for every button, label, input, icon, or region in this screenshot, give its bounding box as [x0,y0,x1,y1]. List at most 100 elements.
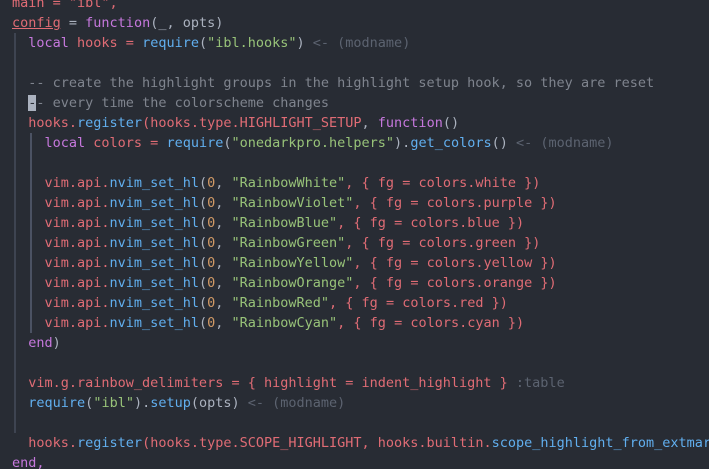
code-token: (hooks.type. [142,435,240,451]
code-token: "onedarkpro.helpers" [231,135,395,151]
code-line[interactable]: vim.api.nvim_set_hl(0, "RainbowYellow", … [0,253,709,273]
code-token: colors = [85,135,167,151]
code-token: () [491,135,508,151]
code-token: HIGHLIGHT_SETUP [239,115,362,131]
code-token: 0 [207,175,216,191]
code-token: nvim_set_hl [109,235,199,251]
code-line[interactable]: require("ibl").setup(opts) <- (modname) [0,393,709,413]
code-token: register [77,115,143,131]
code-token: vim.api. [12,195,110,211]
code-line[interactable]: vim.api.nvim_set_hl(0, "RainbowOrange", … [0,273,709,293]
code-line[interactable]: hooks.register(hooks.type.SCOPE_HIGHLIGH… [0,433,709,453]
code-token: nvim_set_hl [109,255,199,271]
code-token: "RainbowCyan" [231,315,338,331]
code-line[interactable]: end, [0,453,709,469]
code-token: , { fg = colors.orange }) [353,275,557,291]
code-token: "RainbowWhite" [231,175,346,191]
code-token: ( [198,235,208,251]
code-token: nvim_set_hl [109,315,199,331]
code-token: "RainbowRed" [231,295,330,311]
code-token: config [12,15,61,31]
code-line[interactable]: end) [0,333,709,353]
code-token: , { fg = colors.green }) [345,235,541,251]
code-text: config = function(_, opts) [12,13,223,33]
code-token: <- (modname) [507,135,614,151]
code-token: , [361,115,378,131]
code-line[interactable]: main = "ibl", [0,0,709,13]
indent-guide [14,413,16,433]
code-token: nvim_set_hl [109,215,199,231]
code-token: ( [198,35,208,51]
code-token: , [215,275,232,291]
code-token: vim.g.rainbow_delimiters = { highlight =… [12,375,508,391]
code-token: hooks = [68,35,143,51]
code-token: (_, opts) [150,15,224,31]
code-line[interactable]: vim.api.nvim_set_hl(0, "RainbowGreen", {… [0,233,709,253]
code-token: function [85,15,151,31]
code-token: "RainbowOrange" [231,275,354,291]
code-line[interactable]: hooks.register(hooks.type.HIGHLIGHT_SETU… [0,113,709,133]
code-token: , hooks.builtin. [361,435,492,451]
code-token: "RainbowViolet" [231,195,354,211]
code-text: local colors = require("onedarkpro.helpe… [12,133,614,153]
code-line[interactable]: vim.g.rainbow_delimiters = { highlight =… [0,373,709,393]
code-token: main = "ibl", [12,0,118,11]
code-line[interactable]: -- create the highlight groups in the hi… [0,73,709,93]
code-line[interactable]: vim.api.nvim_set_hl(0, "RainbowCyan", { … [0,313,709,333]
code-token: ). [133,395,151,411]
indent-guide [14,53,16,73]
code-text: hooks.register(hooks.type.SCOPE_HIGHLIGH… [12,433,709,453]
code-token: , [215,175,232,191]
code-token: ) [296,35,305,51]
code-token: :table [507,375,565,391]
code-token: , [215,215,232,231]
code-token: "ibl" [93,395,134,411]
code-text: vim.api.nvim_set_hl(0, "RainbowCyan", { … [12,313,525,333]
code-line[interactable]: local hooks = require("ibl.hooks") <- (m… [0,33,709,53]
code-token: , [215,235,232,251]
code-token: nvim_set_hl [109,195,199,211]
code-token: , { fg = colors.blue }) [337,215,525,231]
code-text: end, [12,453,45,469]
code-text: vim.api.nvim_set_hl(0, "RainbowWhite", {… [12,173,541,193]
code-token: "RainbowYellow" [231,255,354,271]
code-token: -- create the highlight groups in the hi… [12,75,655,91]
code-editor[interactable]: main = "ibl", config = function(_, opts) … [0,0,709,469]
code-line[interactable]: -- every time the colorscheme changes [0,93,709,113]
code-token: hooks. [12,115,78,131]
code-token: , [215,255,232,271]
code-text: vim.api.nvim_set_hl(0, "RainbowYellow", … [12,253,557,273]
code-text: end) [12,333,61,353]
code-line[interactable]: vim.api.nvim_set_hl(0, "RainbowViolet", … [0,193,709,213]
code-token: function [377,115,443,131]
code-line[interactable]: vim.api.nvim_set_hl(0, "RainbowBlue", { … [0,213,709,233]
code-token: <- (modname) [239,395,346,411]
code-token: vim.api. [12,235,110,251]
code-text: hooks.register(hooks.type.HIGHLIGHT_SETU… [12,113,459,133]
code-token: , { fg = colors.yellow }) [353,255,557,271]
code-token: (opts) [190,395,240,411]
code-token: ( [198,275,208,291]
code-token: vim.api. [12,215,110,231]
code-text: -- every time the colorscheme changes [12,93,329,113]
code-token: "ibl.hooks" [207,35,297,51]
code-token: require [166,135,224,151]
code-token: scope_highlight_from_extmark [491,435,709,451]
code-line[interactable] [0,153,709,173]
code-line[interactable]: local colors = require("onedarkpro.helpe… [0,133,709,153]
code-line[interactable] [0,53,709,73]
code-token: require [142,35,199,51]
code-line[interactable]: vim.api.nvim_set_hl(0, "RainbowRed", { f… [0,293,709,313]
code-token: "RainbowGreen" [231,235,346,251]
code-token: , [215,195,232,211]
code-line[interactable]: config = function(_, opts) [0,13,709,33]
code-token: end, [12,455,45,469]
code-line[interactable] [0,413,709,433]
code-line[interactable]: vim.api.nvim_set_hl(0, "RainbowWhite", {… [0,173,709,193]
code-text: -- create the highlight groups in the hi… [12,73,654,93]
code-token: local [28,35,69,51]
code-token: ( [198,315,208,331]
code-line[interactable] [0,353,709,373]
